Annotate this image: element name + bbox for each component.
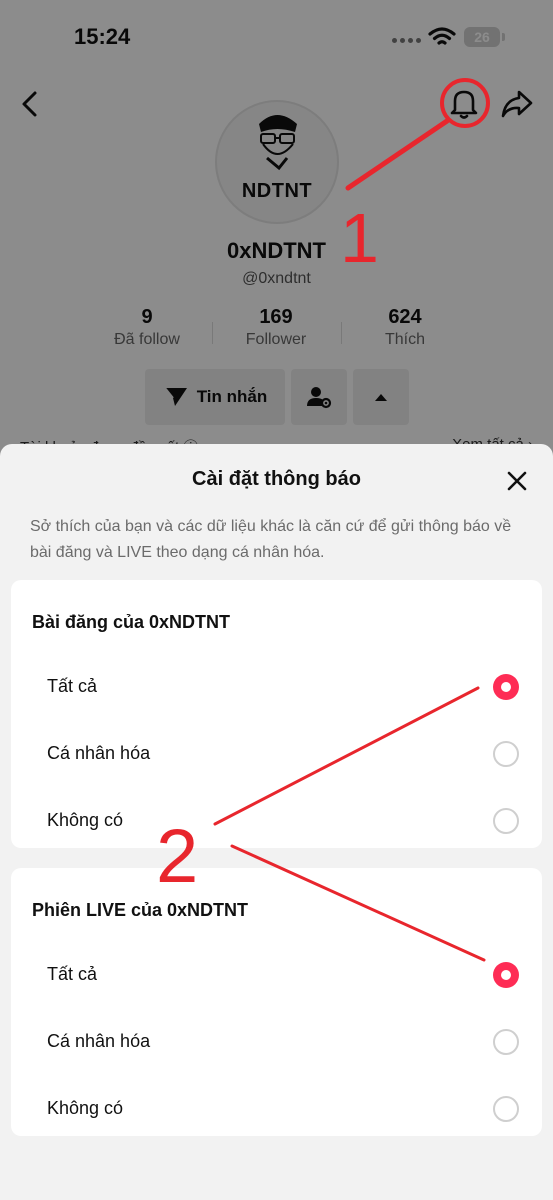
stat-followers[interactable]: 169 Follower (216, 306, 336, 349)
back-arrow-icon[interactable] (16, 88, 44, 120)
option-label: Tất cả (47, 676, 98, 696)
option-label: Tất cả (47, 964, 98, 984)
status-time: 15:24 (74, 24, 131, 49)
profile-screen: 15:24 26 NDTNT 0xNDTNT @0xndtnt 9 Đã fol… (0, 0, 553, 470)
option-label: Cá nhân hóa (47, 743, 151, 763)
option-posts-personalized[interactable]: Cá nhân hóa (11, 725, 542, 785)
profile-display-name: 0xNDTNT (226, 238, 326, 263)
radio-unselected[interactable] (493, 1029, 519, 1055)
sheet-title: Cài đặt thông báo (192, 468, 361, 490)
stat-following[interactable]: 9 Đã follow (87, 306, 207, 349)
sheet-description: Sở thích của bạn và các dữ liệu khác là … (30, 518, 512, 561)
notification-settings-sheet: Cài đặt thông báo Sở thích của bạn và cá… (0, 444, 553, 1200)
stat-likes-value: 624 (388, 306, 422, 328)
radio-selected[interactable] (493, 962, 519, 988)
option-posts-none[interactable]: Không có (11, 792, 542, 852)
battery-indicator: 26 (464, 27, 500, 47)
avatar[interactable]: NDTNT (215, 100, 339, 224)
cellular-signal-icon (392, 38, 421, 43)
radio-unselected[interactable] (493, 808, 519, 834)
stat-following-value: 9 (141, 306, 153, 328)
radio-selected[interactable] (493, 674, 519, 700)
stat-followers-label: Follower (245, 331, 307, 348)
bell-icon[interactable] (449, 86, 479, 120)
profile-handle: @0xndtnt (242, 270, 311, 287)
manage-user-button[interactable] (291, 369, 347, 425)
wifi-icon (428, 27, 456, 45)
stat-divider (212, 322, 213, 344)
stat-likes-label: Thích (384, 331, 425, 348)
option-label: Không có (47, 810, 124, 830)
radio-unselected[interactable] (493, 741, 519, 767)
avatar-illustration (259, 115, 297, 171)
send-icon (163, 387, 187, 406)
option-posts-all[interactable]: Tất cả (11, 658, 542, 718)
option-live-personalized[interactable]: Cá nhân hóa (11, 1013, 542, 1073)
radio-unselected[interactable] (493, 1096, 519, 1122)
live-notification-card: Phiên LIVE của 0xNDTNT Tất cả Cá nhân hó… (11, 868, 542, 1136)
status-bar: 15:24 26 (0, 0, 553, 70)
share-icon[interactable] (500, 88, 534, 120)
battery-tip (502, 33, 505, 41)
stat-followers-value: 169 (259, 306, 293, 328)
stat-likes[interactable]: 624 Thích (345, 306, 465, 349)
user-settings-icon (307, 387, 332, 409)
section-title-live: Phiên LIVE của 0xNDTNT (32, 900, 249, 920)
message-button-label: Tin nhắn (196, 387, 268, 406)
close-icon[interactable] (504, 468, 530, 494)
avatar-logo-text: NDTNT (241, 180, 313, 202)
option-live-all[interactable]: Tất cả (11, 946, 542, 1006)
option-label: Không có (47, 1098, 124, 1118)
battery-level: 26 (474, 29, 490, 45)
suggested-toggle-button[interactable] (353, 369, 409, 425)
option-label: Cá nhân hóa (47, 1031, 151, 1051)
message-button[interactable]: Tin nhắn (145, 369, 285, 425)
stat-divider (341, 322, 342, 344)
option-live-none[interactable]: Không có (11, 1080, 542, 1140)
stat-following-label: Đã follow (114, 331, 180, 348)
posts-notification-card: Bài đăng của 0xNDTNT Tất cả Cá nhân hóa … (11, 580, 542, 848)
section-title-posts: Bài đăng của 0xNDTNT (32, 612, 231, 632)
caret-up-icon (375, 394, 387, 401)
